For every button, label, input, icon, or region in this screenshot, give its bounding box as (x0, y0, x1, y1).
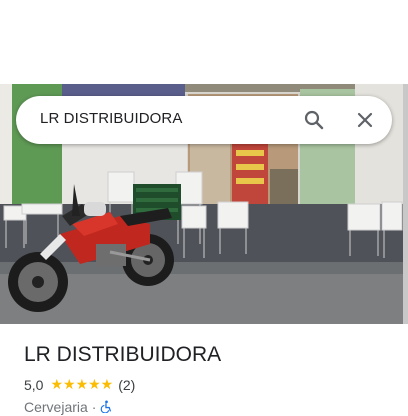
wheelchair-icon (100, 400, 113, 414)
separator-dot: · (91, 399, 97, 415)
top-blank-area (0, 0, 408, 84)
search-input[interactable]: LR DISTRIBUIDORA (40, 110, 182, 127)
place-name: LR DISTRIBUIDORA (24, 343, 222, 366)
close-icon[interactable] (353, 108, 377, 132)
rating-value: 5,0 (24, 376, 44, 393)
place-category[interactable]: Cervejaria (24, 399, 88, 415)
star-rating-icon: ★★★★★ (50, 376, 114, 392)
place-info-panel: LR DISTRIBUIDORA 5,0 ★★★★★ (2) Cervejari… (0, 324, 408, 415)
search-bar[interactable]: LR DISTRIBUIDORA (16, 96, 392, 144)
rating-row: 5,0 ★★★★★ (2) (24, 376, 135, 393)
photo-scrollbar[interactable] (403, 84, 408, 324)
review-count[interactable]: (2) (118, 377, 135, 393)
category-row: Cervejaria · (24, 399, 113, 415)
search-icon[interactable] (302, 108, 326, 132)
